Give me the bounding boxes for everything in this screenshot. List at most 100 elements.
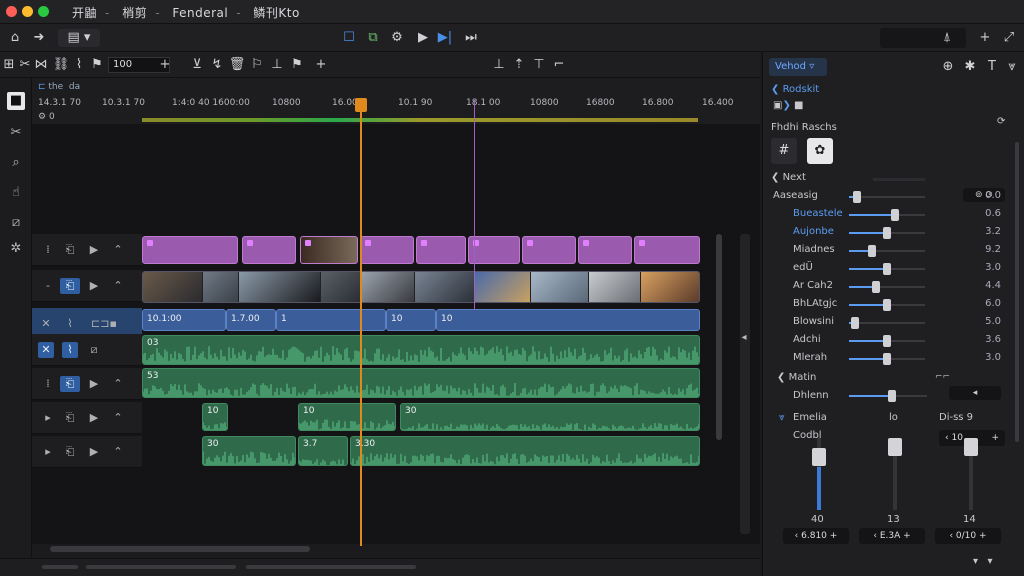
- layout-dropdown-icon[interactable]: ▤ ▾: [58, 29, 100, 47]
- settings-tool-icon[interactable]: ✲: [7, 240, 25, 258]
- lock-icon[interactable]: ⁞: [40, 242, 56, 258]
- group-close-icon[interactable]: ⌐⌐: [935, 372, 950, 384]
- lock-icon[interactable]: ▸: [40, 444, 56, 460]
- timeline-tracks[interactable]: ⁞ ⎗ ▶ ⌃ - ⎗ ▶ ⌃ ✕ ⌇ ⊏⊐▪ ✕ ⌇ ⧄ ⁞ ⎗ ▶ ⌃ ▸ …: [32, 124, 760, 544]
- inspector-param-value[interactable]: 0.6: [971, 208, 1001, 219]
- text-tool-icon[interactable]: ⊥: [490, 56, 508, 74]
- fader-knob[interactable]: [964, 438, 978, 456]
- cut-tool-icon[interactable]: ✂: [7, 124, 25, 142]
- menu-item[interactable]: 开鼬: [72, 6, 97, 20]
- dhlenn-slider[interactable]: [849, 390, 927, 402]
- title-clip[interactable]: [142, 236, 238, 264]
- inspector-tab[interactable]: Vehod ▿: [769, 58, 827, 76]
- skip-end-icon[interactable]: ⏭: [462, 29, 480, 47]
- expand-track-icon[interactable]: ✕: [38, 316, 54, 332]
- mute-icon[interactable]: ⌃: [110, 376, 126, 392]
- color-icon[interactable]: ⊕: [939, 58, 957, 76]
- minimize-window-button[interactable]: [22, 6, 33, 17]
- audio-clip[interactable]: 3.7: [298, 436, 348, 466]
- play-track-icon[interactable]: ▶: [86, 242, 102, 258]
- audio-clip[interactable]: 10: [298, 403, 396, 431]
- overwrite-icon[interactable]: ⌐: [550, 56, 568, 74]
- track-header-audio-4[interactable]: ▸ ⎗ ▶ ⌃: [32, 436, 142, 468]
- fader-knob[interactable]: [888, 438, 902, 456]
- crop-tool-icon[interactable]: ⧄: [7, 214, 25, 232]
- blue-title-clip[interactable]: 10: [436, 309, 700, 331]
- audio-toggle[interactable]: ◂: [949, 386, 1001, 400]
- fader-knob[interactable]: [812, 448, 826, 466]
- hand-tool-icon[interactable]: ☝: [7, 184, 25, 202]
- hash-icon[interactable]: #: [771, 138, 797, 164]
- inspector-param-slider[interactable]: [849, 299, 925, 311]
- collapse-bottom-icon[interactable]: ▾ ▾: [973, 556, 993, 567]
- title-clip[interactable]: [242, 236, 296, 264]
- inspector-scrollbar[interactable]: [1015, 142, 1019, 442]
- playhead-line[interactable]: [360, 100, 362, 546]
- person-icon[interactable]: ⍋: [938, 29, 956, 47]
- volume-fader[interactable]: [888, 438, 902, 510]
- blue-title-clip[interactable]: 1.7.00: [226, 309, 276, 331]
- ripple-icon[interactable]: ⋈: [32, 56, 50, 74]
- title-clip[interactable]: [522, 236, 576, 264]
- bottom-scroll-segment[interactable]: [42, 565, 78, 569]
- trash-icon[interactable]: 🗑: [228, 56, 246, 74]
- title-clip[interactable]: [416, 236, 466, 264]
- title-clip[interactable]: [578, 236, 632, 264]
- home-icon[interactable]: ⌂: [6, 29, 24, 47]
- title-clip[interactable]: [634, 236, 700, 264]
- audio-clip[interactable]: 10: [202, 403, 228, 431]
- effects-icon[interactable]: ✱: [961, 58, 979, 76]
- inspector-param-value[interactable]: 6.0: [971, 298, 1001, 309]
- wave-icon[interactable]: ⌇: [62, 342, 78, 358]
- pin-icon[interactable]: ⊥: [268, 56, 286, 74]
- inspector-section-header[interactable]: ❮ Rodskit: [771, 84, 819, 95]
- zoom-window-button[interactable]: [38, 6, 49, 17]
- lock-icon[interactable]: ▸: [40, 410, 56, 426]
- menu-item[interactable]: 梢剪: [122, 6, 147, 20]
- audio-clip[interactable]: 03: [142, 335, 700, 365]
- mute-icon[interactable]: ⌃: [110, 278, 126, 294]
- audio-clip[interactable]: 53: [142, 368, 700, 398]
- clip-icon[interactable]: ⎗: [62, 410, 78, 426]
- title-clip[interactable]: [468, 236, 520, 264]
- level-icon[interactable]: ⧄: [86, 342, 102, 358]
- timeline-side-scrollbar[interactable]: [740, 234, 750, 534]
- inspector-param-value[interactable]: 3.6: [971, 334, 1001, 345]
- group-next-header[interactable]: ❮ Next: [771, 172, 806, 183]
- playhead-handle[interactable]: [355, 98, 367, 112]
- inspector-param-slider[interactable]: [849, 263, 925, 275]
- text-icon[interactable]: T: [983, 58, 1001, 76]
- collapse-inspector-icon[interactable]: ◂: [738, 332, 750, 346]
- audio-clip[interactable]: 30: [400, 403, 700, 431]
- track-header-video-2[interactable]: - ⎗ ▶ ⌃: [32, 270, 142, 302]
- select-tool-icon[interactable]: ■: [7, 92, 25, 110]
- track-header-audio-2[interactable]: ⁞ ⎗ ▶ ⌃: [32, 368, 142, 400]
- trim-icon[interactable]: ⊻: [188, 56, 206, 74]
- forward-icon[interactable]: ➜: [30, 29, 48, 47]
- gear-icon[interactable]: ⚙: [388, 29, 406, 47]
- wave-icon[interactable]: ⌇: [62, 316, 78, 332]
- play-track-icon[interactable]: ▶: [86, 444, 102, 460]
- volume-fader[interactable]: [812, 438, 826, 510]
- inspector-param-value[interactable]: 0.0: [971, 190, 1001, 201]
- blue-title-clip[interactable]: 1: [276, 309, 386, 331]
- flag-icon[interactable]: ⚐: [248, 56, 266, 74]
- expand-icon[interactable]: ⤢: [1000, 29, 1018, 47]
- inspector-param-slider[interactable]: [849, 281, 925, 293]
- audio-clip[interactable]: 30: [202, 436, 296, 466]
- inspector-param-value[interactable]: 5.0: [971, 316, 1001, 327]
- play-track-icon[interactable]: ▶: [86, 376, 102, 392]
- zoom-tool-icon[interactable]: ⌕: [7, 154, 25, 172]
- insert-icon[interactable]: ⊤: [530, 56, 548, 74]
- inspector-view-toggles[interactable]: ▣❯ ■: [773, 100, 803, 111]
- inspector-param-slider[interactable]: [849, 209, 925, 221]
- lock-icon[interactable]: ⁞: [40, 376, 56, 392]
- inspector-param-slider[interactable]: [849, 335, 925, 347]
- inspector-param-value[interactable]: 3.0: [971, 262, 1001, 273]
- shape-icon[interactable]: ✿: [807, 138, 833, 164]
- upload-icon[interactable]: ⇡: [510, 56, 528, 74]
- bottom-scroll-segment[interactable]: [86, 565, 236, 569]
- refresh-icon[interactable]: ⟳: [997, 116, 1005, 127]
- audio-clip[interactable]: 3.30: [350, 436, 700, 466]
- blue-title-clip[interactable]: 10: [386, 309, 436, 331]
